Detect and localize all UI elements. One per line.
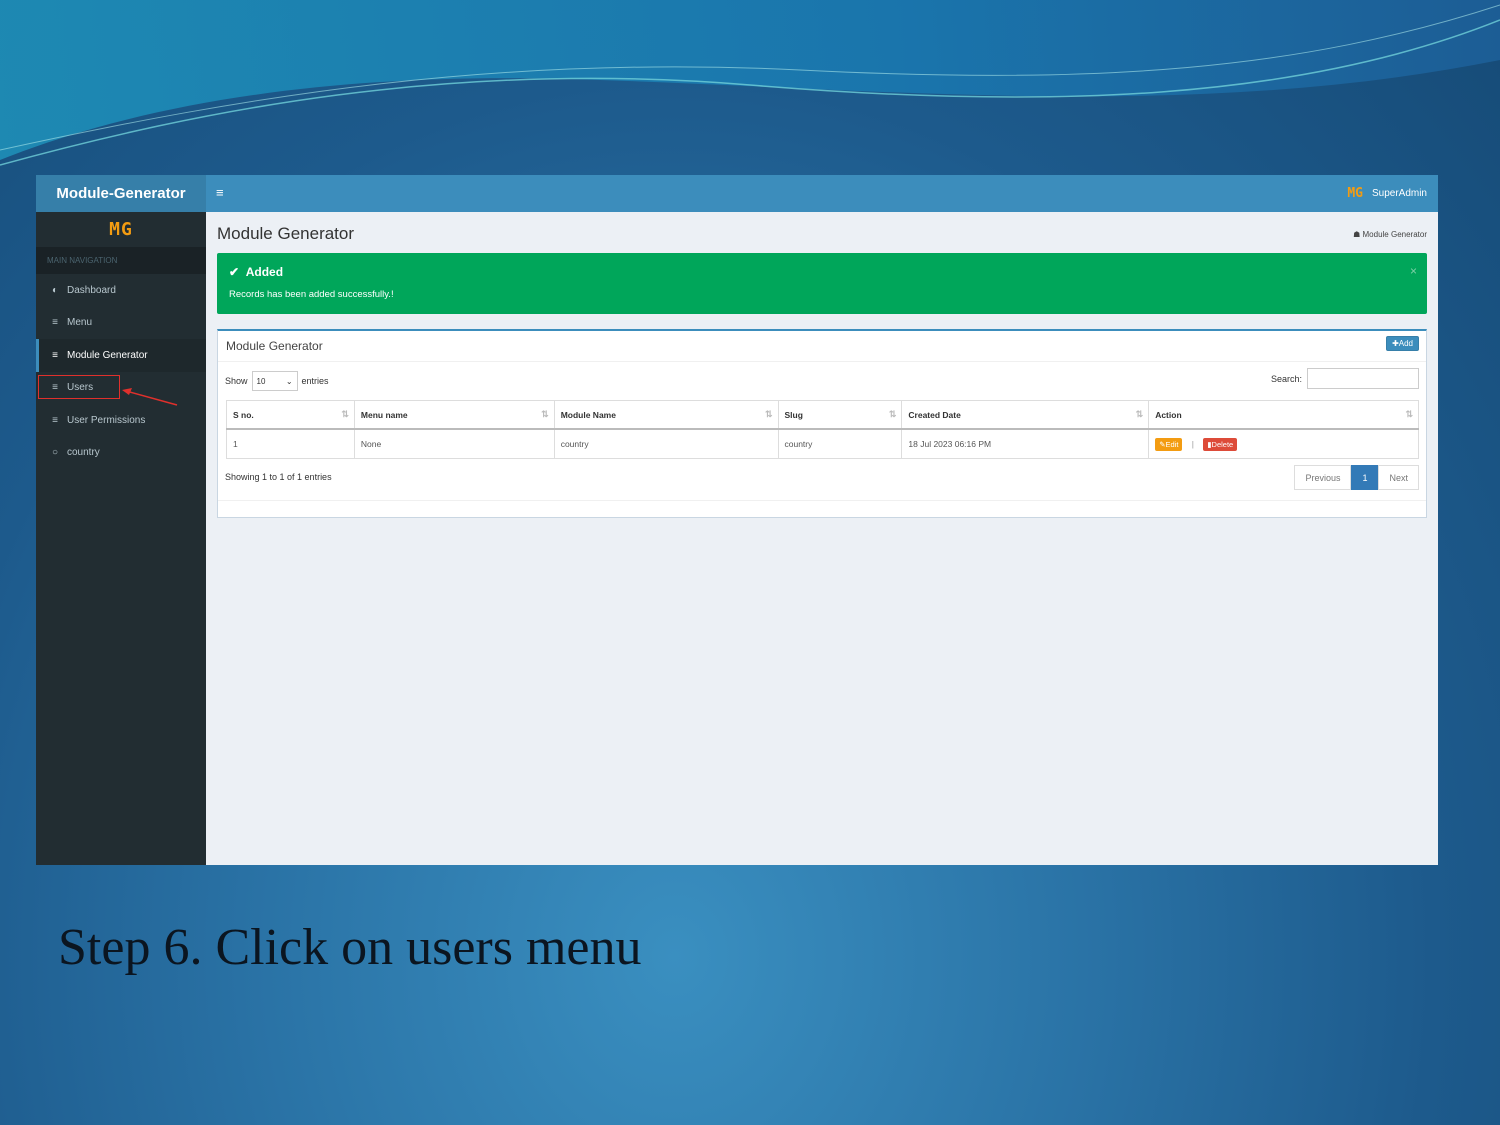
edit-button[interactable]: ✎Edit: [1155, 438, 1183, 451]
breadcrumb: ☗ Module Generator: [1353, 230, 1427, 239]
slide-caption: Step 6. Click on users menu: [58, 919, 642, 976]
entries-length: Show 10 ⌄ entries: [225, 371, 329, 391]
search-label: Search:: [1270, 373, 1302, 384]
breadcrumb-icon: ☗: [1353, 230, 1363, 239]
user-menu[interactable]: MG SuperAdmin: [1347, 186, 1427, 201]
app-screenshot: Module-Generator MG MAIN NAVIGATION ◐ Da…: [36, 175, 1438, 865]
cell-slug: country: [777, 428, 903, 459]
table-search: Search:: [1271, 368, 1419, 389]
cell-sno: 1: [226, 428, 355, 459]
cell-menu-name: None: [353, 428, 555, 459]
header-action[interactable]: Action ⇅: [1148, 400, 1419, 430]
plus-icon: ✚: [1392, 339, 1399, 348]
sort-icon: ⇅: [888, 409, 897, 419]
sidebar-item-label: country: [67, 447, 100, 459]
red-arrow-annotation: [122, 388, 178, 406]
top-navbar: ≡ MG SuperAdmin: [206, 175, 1438, 212]
header-module-name[interactable]: Module Name ⇅: [553, 400, 779, 430]
user-name: SuperAdmin: [1371, 188, 1427, 199]
header-slug[interactable]: Slug ⇅: [777, 400, 903, 430]
delete-button[interactable]: ▮Delete: [1203, 438, 1238, 451]
cell-created-date: 18 Jul 2023 06:16 PM: [901, 428, 1150, 459]
table-header-row: S no. ⇅ Menu name ⇅ Module Name ⇅ Slug ⇅ Cre…: [226, 400, 1419, 430]
alert-title: ✔ Added: [229, 265, 283, 279]
box-title: Module Generator: [226, 339, 323, 353]
sort-icon: ⇅: [764, 409, 773, 419]
sort-icon: ⇅: [541, 409, 549, 419]
header-created-date[interactable]: Created Date ⇅: [901, 400, 1150, 430]
sidebar-item-country[interactable]: ○ country: [36, 437, 206, 470]
module-generator-box: Module Generator ✚Add Show 10 ⌄ entries …: [217, 329, 1427, 518]
background-swoosh: [0, 0, 1500, 166]
sort-icon: ⇅: [1405, 409, 1413, 419]
avatar: MG: [1347, 186, 1363, 201]
success-alert: ✔ Added Records has been added successfu…: [217, 253, 1427, 314]
close-icon[interactable]: ×: [1410, 264, 1417, 278]
header-menu-name[interactable]: Menu name ⇅: [353, 400, 555, 430]
divider: [218, 361, 1426, 362]
previous-button[interactable]: Previous: [1294, 465, 1352, 490]
cell-action: ✎Edit | ▮Delete: [1148, 428, 1419, 459]
main-content: Module Generator ☗ Module Generator ✔ Ad…: [206, 212, 1438, 865]
page-title: Module Generator: [217, 224, 355, 243]
add-label: Add: [1398, 339, 1413, 348]
action-divider: |: [1191, 439, 1195, 449]
entries-select[interactable]: 10 ⌄: [251, 371, 298, 391]
chevron-down-icon: ⌄: [285, 376, 293, 386]
modules-table: S no. ⇅ Menu name ⇅ Module Name ⇅ Slug ⇅ Cre…: [226, 400, 1419, 459]
cell-module-name: country: [553, 428, 779, 459]
alert-title-text: Added: [245, 265, 284, 279]
pagination: Previous 1 Next: [1294, 465, 1419, 490]
add-button[interactable]: ✚Add: [1386, 336, 1419, 351]
alert-message: Records has been added successfully.!: [229, 289, 394, 300]
entries-label: entries: [301, 376, 329, 386]
box-footer: [218, 500, 1426, 501]
table-row: 1 None country country 18 Jul 2023 06:16…: [226, 428, 1419, 459]
sort-icon: ⇅: [1135, 409, 1144, 419]
page-1-button[interactable]: 1: [1351, 465, 1379, 490]
breadcrumb-label[interactable]: Module Generator: [1363, 230, 1427, 239]
header-sno[interactable]: S no. ⇅: [226, 400, 355, 430]
search-input[interactable]: [1307, 368, 1419, 389]
table-info: Showing 1 to 1 of 1 entries: [225, 472, 332, 482]
next-button[interactable]: Next: [1378, 465, 1419, 490]
entries-value: 10: [256, 376, 266, 386]
circle-icon: ○: [51, 447, 59, 459]
sort-asc-icon: ⇅: [341, 409, 349, 419]
